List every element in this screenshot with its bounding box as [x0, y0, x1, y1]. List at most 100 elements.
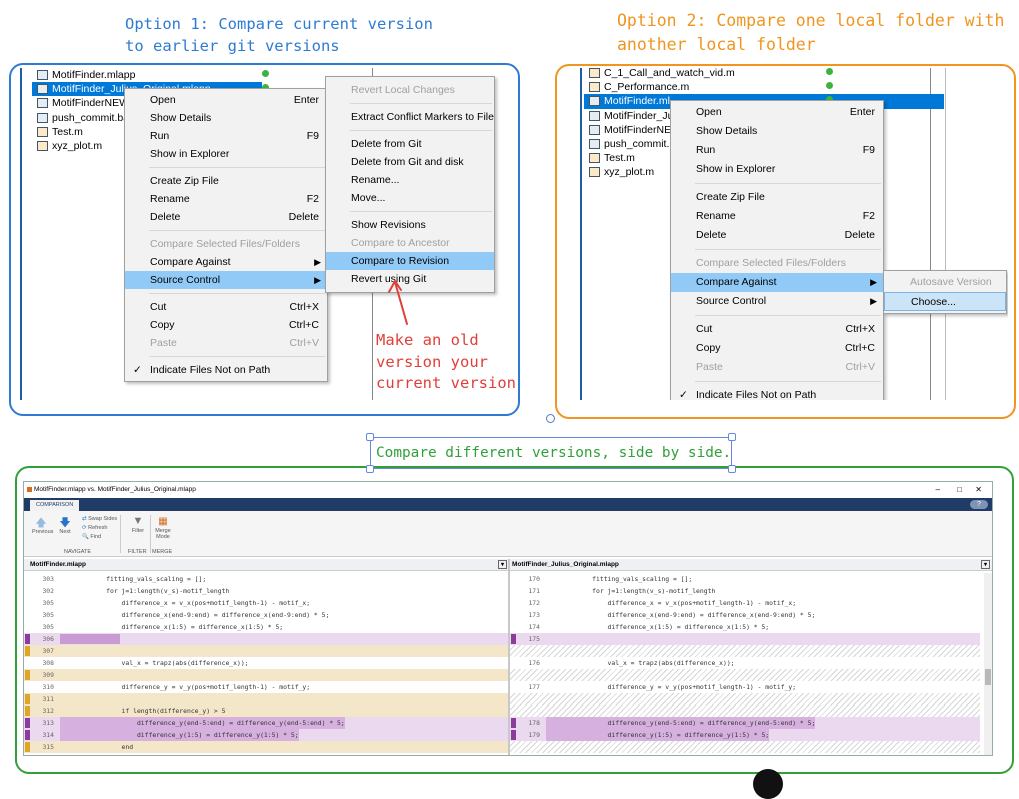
- handle-br: [728, 465, 736, 473]
- filter-button[interactable]: ▼ Filter: [128, 515, 148, 534]
- menu-source-control[interactable]: Source Control ▶: [671, 292, 883, 311]
- code-text[interactable]: fitting_vals_scaling = [];: [546, 573, 692, 585]
- file-row[interactable]: MotifFinder.mlapp: [32, 68, 362, 82]
- menu-rename[interactable]: Rename F2: [125, 190, 327, 208]
- code-text[interactable]: fitting_vals_scaling = [];: [60, 573, 206, 585]
- find-button[interactable]: 🔍 Find: [82, 534, 101, 540]
- left-code-pane: 303 fitting_vals_scaling = []; 302 for j=…: [24, 573, 508, 755]
- line-number: 313: [42, 719, 54, 727]
- menu-delete-git[interactable]: Delete from Git: [326, 135, 494, 153]
- menu-git-move[interactable]: Move...: [326, 189, 494, 207]
- diff-marker[interactable]: [511, 706, 516, 716]
- code-text[interactable]: difference_x = v_x(pos+motif_length-1) -…: [546, 597, 797, 609]
- menu-cut[interactable]: Cut Ctrl+X: [671, 320, 883, 339]
- code-text[interactable]: end: [60, 741, 134, 753]
- up-arrow-icon: 🡅: [35, 517, 47, 529]
- diff-marker[interactable]: [511, 694, 516, 704]
- menu-source-control[interactable]: Source Control ▶: [125, 271, 327, 289]
- ribbon-tabstrip: COMPARISON ?: [24, 498, 992, 511]
- ribbon-divider: [150, 515, 151, 553]
- vertical-scrollbar[interactable]: [984, 573, 992, 755]
- minimize-icon[interactable]: –: [936, 482, 940, 498]
- code-text[interactable]: val_x = trapz(abs(difference_x));: [60, 657, 249, 669]
- help-icon[interactable]: ?: [970, 500, 988, 509]
- menu-label: Show in Explorer: [696, 163, 776, 175]
- maximize-icon[interactable]: □: [957, 482, 962, 498]
- refresh-button[interactable]: ⟳ Refresh: [82, 525, 107, 531]
- diff-line: [510, 645, 980, 657]
- code-text[interactable]: difference_y(end-5:end) = difference_y(e…: [546, 717, 816, 729]
- menu-show-details[interactable]: Show Details: [125, 109, 327, 127]
- option2-title: Option 2: Compare one local folder with …: [617, 9, 1004, 57]
- menu-create-zip[interactable]: Create Zip File: [125, 172, 327, 190]
- code-text[interactable]: difference_x(1:5) = difference_x(1:5) * …: [546, 621, 770, 633]
- menu-compare-revision[interactable]: Compare to Revision: [326, 252, 494, 270]
- code-text[interactable]: difference_x = v_x(pos+motif_length-1) -…: [60, 597, 311, 609]
- diff-marker[interactable]: [511, 742, 516, 752]
- next-button[interactable]: 🡇 Next: [56, 517, 74, 535]
- diff-marker[interactable]: [511, 646, 516, 656]
- code-text[interactable]: if length(difference_y) > 5: [60, 705, 226, 717]
- menu-show-revisions[interactable]: Show Revisions: [326, 216, 494, 234]
- menu-label: Cut: [150, 301, 167, 313]
- code-text[interactable]: for j=1:length(v_s)-motif_length: [60, 585, 229, 597]
- file-row[interactable]: C_Performance.m: [584, 80, 944, 94]
- code-text[interactable]: val_x = trapz(abs(difference_x));: [546, 657, 735, 669]
- menu-open[interactable]: Open Enter: [671, 103, 883, 122]
- menu-label: Delete: [150, 211, 181, 223]
- menu-indicate-files[interactable]: ✓ Indicate Files Not on Path: [125, 361, 327, 379]
- menu-delete[interactable]: Delete Delete: [671, 226, 883, 245]
- menu-label: Copy: [696, 342, 721, 354]
- menu-git-rename[interactable]: Rename...: [326, 171, 494, 189]
- code-text[interactable]: difference_y(end-5:end) = difference_y(e…: [60, 717, 345, 729]
- swap-sides-button[interactable]: ⇄ Swap Sides: [82, 516, 117, 522]
- menu-compare-against[interactable]: Compare Against ▶: [671, 273, 883, 292]
- code-text[interactable]: for j=1:length(v_s)-motif_length: [546, 585, 715, 597]
- menu-create-zip[interactable]: Create Zip File: [671, 188, 883, 207]
- menu-rename[interactable]: Rename F2: [671, 207, 883, 226]
- menu-copy[interactable]: Copy Ctrl+C: [671, 339, 883, 358]
- menu-label: Choose...: [911, 296, 956, 308]
- merge-mode-button[interactable]: ▦ Merge Mode: [152, 515, 174, 540]
- menu-label: Create Zip File: [696, 191, 765, 203]
- menu-run[interactable]: Run F9: [671, 141, 883, 160]
- right-dropdown-icon[interactable]: ▾: [981, 560, 990, 569]
- menu-delete[interactable]: Delete Delete: [125, 208, 327, 226]
- code-text[interactable]: difference_y = v_y(pos+motif_length-1) -…: [60, 681, 311, 693]
- menu-cut[interactable]: Cut Ctrl+X: [125, 298, 327, 316]
- diff-line: [510, 669, 980, 681]
- checkmark-icon: ✓: [133, 364, 142, 376]
- code-text[interactable]: difference_x(end-9:end) = difference_x(e…: [60, 609, 330, 621]
- menu-choose[interactable]: Choose...: [884, 292, 1006, 311]
- menu-copy[interactable]: Copy Ctrl+C: [125, 316, 327, 334]
- menu-compare-against[interactable]: Compare Against ▶: [125, 253, 327, 271]
- previous-button[interactable]: 🡅 Previous: [32, 517, 54, 535]
- menu-run[interactable]: Run F9: [125, 127, 327, 145]
- diff-marker[interactable]: [511, 670, 516, 680]
- scrollbar-thumb[interactable]: [985, 669, 991, 685]
- menu-indicate-files[interactable]: ✓ Indicate Files Not on Path: [671, 386, 883, 400]
- code-text[interactable]: difference_x(end-9:end) = difference_x(e…: [546, 609, 816, 621]
- code-text[interactable]: difference_y(1:5) = difference_y(1:5) * …: [546, 729, 770, 741]
- previous-label: Previous: [32, 529, 54, 535]
- tab-comparison[interactable]: COMPARISON: [30, 500, 80, 511]
- menu-show-explorer[interactable]: Show in Explorer: [125, 145, 327, 163]
- file-row[interactable]: C_1_Call_and_watch_vid.m: [584, 68, 944, 80]
- line-number: 174: [528, 623, 540, 631]
- menu-show-explorer[interactable]: Show in Explorer: [671, 160, 883, 179]
- menu-label: Indicate Files Not on Path: [150, 364, 271, 376]
- close-icon[interactable]: ✕: [975, 482, 982, 498]
- code-text[interactable]: difference_y = v_y(pos+motif_length-1) -…: [546, 681, 797, 693]
- menu-label: Paste: [696, 361, 723, 373]
- code-text[interactable]: difference_x(1:5) = difference_x(1:5) * …: [60, 621, 284, 633]
- menu-extract-conflict[interactable]: Extract Conflict Markers to File: [326, 108, 494, 126]
- left-dropdown-icon[interactable]: ▾: [498, 560, 507, 569]
- shortcut: Delete: [288, 211, 319, 223]
- mlapp-file-icon: [589, 124, 600, 135]
- submenu-arrow-icon: ▶: [870, 296, 877, 306]
- code-text[interactable]: difference_y(1:5) = difference_y(1:5) * …: [60, 729, 299, 741]
- menu-show-details[interactable]: Show Details: [671, 122, 883, 141]
- menu-delete-git-disk[interactable]: Delete from Git and disk: [326, 153, 494, 171]
- diff-line: 309: [24, 669, 508, 681]
- menu-open[interactable]: Open Enter: [125, 91, 327, 109]
